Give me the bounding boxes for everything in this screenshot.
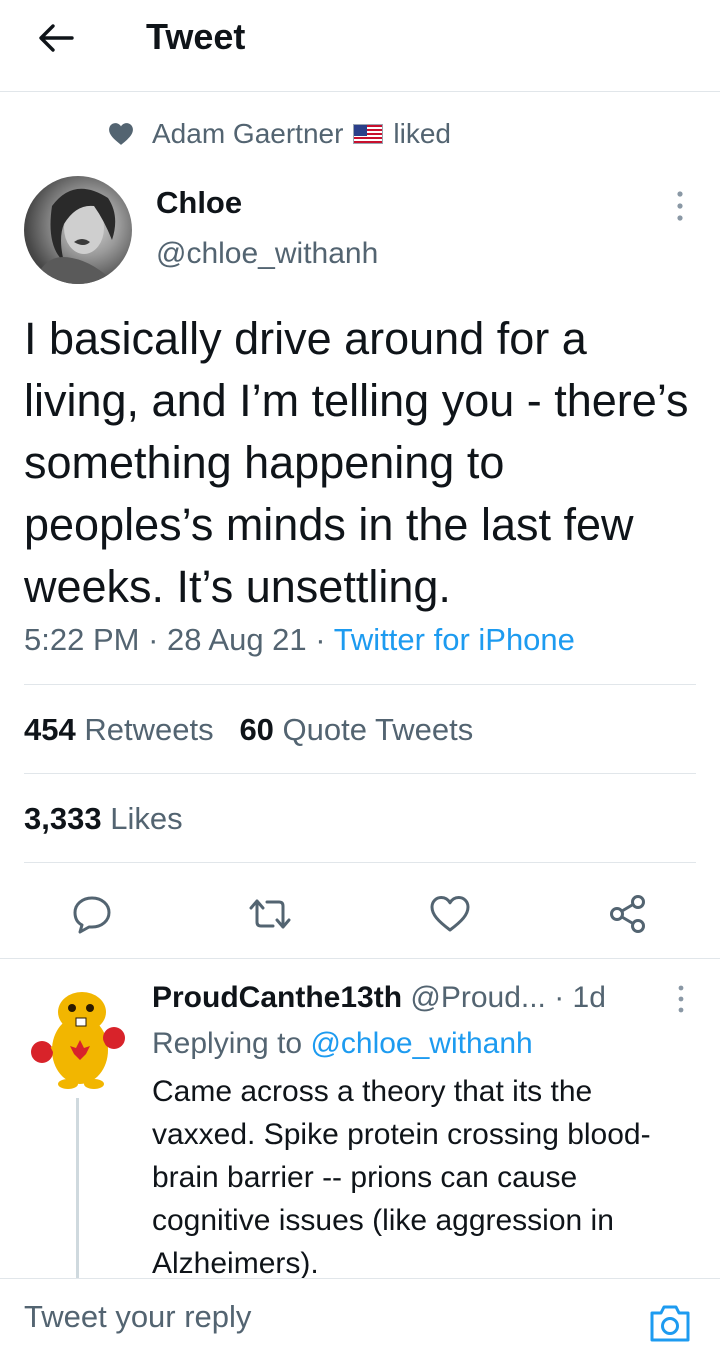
reply-age: · 1d: [554, 981, 606, 1014]
back-button[interactable]: [28, 14, 84, 62]
share-icon: [610, 895, 645, 933]
heart-icon: [430, 896, 470, 932]
reply-input[interactable]: Tweet your reply: [24, 1297, 251, 1337]
likes-link[interactable]: 3,333 Likes: [24, 799, 183, 839]
stats-row-retweets: 454 Retweets 60 Quote Tweets: [24, 710, 473, 750]
heart-filled-icon: [109, 123, 133, 145]
reply-composer: Tweet your reply: [0, 1278, 720, 1351]
meta-separator: ·: [315, 622, 326, 657]
tweet-date: 28 Aug 21: [167, 622, 307, 657]
social-context-user[interactable]: Adam Gaertner: [152, 118, 343, 150]
quotes-count: 60: [239, 712, 274, 747]
retweet-icon: [249, 899, 291, 929]
likes-count: 3,333: [24, 801, 102, 836]
reply-header: ProudCanthe13th @Proud... · 1d: [152, 978, 606, 1018]
like-button[interactable]: [426, 890, 474, 938]
reply-button[interactable]: [68, 890, 116, 938]
retweets-link[interactable]: 454 Retweets: [24, 712, 214, 747]
divider: [24, 773, 696, 774]
reply-text: Came across a theory that its the vaxxed…: [152, 1075, 651, 1280]
author-name[interactable]: Chloe: [156, 184, 242, 222]
replying-prefix: Replying to: [152, 1027, 303, 1060]
us-flag-icon: [353, 124, 384, 144]
more-vertical-icon: [678, 985, 684, 1013]
tweet-actions: [0, 880, 720, 944]
page-title: Tweet: [146, 16, 246, 57]
share-button[interactable]: [604, 890, 652, 938]
social-context[interactable]: Adam Gaertner liked: [108, 116, 451, 152]
arrow-left-icon: [39, 24, 74, 52]
tweet-source[interactable]: Twitter for iPhone: [334, 622, 575, 657]
quotes-link[interactable]: 60 Quote Tweets: [239, 712, 473, 747]
thread-line: [76, 1098, 79, 1278]
tweet-time: 5:22 PM: [24, 622, 140, 657]
app-header: Tweet: [0, 0, 720, 90]
retweets-label: Retweets: [84, 712, 214, 747]
more-options-button[interactable]: [668, 186, 692, 226]
comment-icon: [73, 896, 111, 934]
meta-separator: ·: [148, 622, 159, 657]
replying-to: Replying to @chloe_withanh: [152, 1024, 533, 1064]
divider: [24, 684, 696, 685]
more-vertical-icon: [677, 191, 683, 221]
likes-label: Likes: [110, 801, 183, 836]
camera-icon: [650, 1305, 690, 1342]
beaver-avatar-image: [31, 992, 125, 1089]
reply-author-handle[interactable]: @Proud...: [410, 981, 546, 1014]
avatar-photo: [34, 188, 116, 284]
reply-author-name[interactable]: ProudCanthe13th: [152, 981, 402, 1014]
divider: [0, 958, 720, 959]
replying-to-handle[interactable]: @chloe_withanh: [310, 1027, 532, 1060]
header-divider: [0, 91, 720, 92]
social-context-action: liked: [393, 118, 452, 149]
reply-more-options-button[interactable]: [670, 982, 692, 1016]
quotes-label: Quote Tweets: [282, 712, 474, 747]
tweet-meta: 5:22 PM · 28 Aug 21 · Twitter for iPhone: [24, 620, 575, 660]
reply-author-avatar[interactable]: [22, 984, 132, 1092]
retweet-button[interactable]: [246, 890, 294, 938]
divider: [24, 862, 696, 863]
author-handle[interactable]: @chloe_withanh: [156, 234, 378, 274]
camera-button[interactable]: [648, 1301, 692, 1345]
tweet-text: I basically drive around for a living, a…: [24, 313, 689, 612]
retweets-count: 454: [24, 712, 76, 747]
author-avatar[interactable]: [24, 176, 132, 284]
